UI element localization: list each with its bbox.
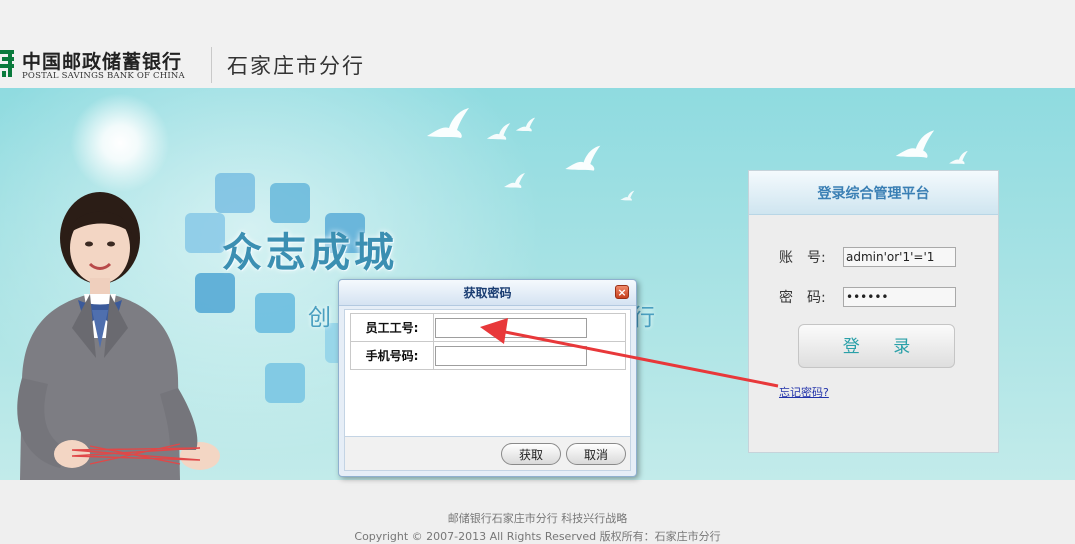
employee-id-cell	[433, 313, 626, 342]
dove-icon	[895, 130, 935, 158]
phone-cell	[433, 341, 626, 370]
dove-icon	[949, 150, 968, 165]
tile-decoration	[265, 363, 305, 403]
get-password-button[interactable]: 获取	[501, 443, 561, 465]
form-row-employee-id: 员工工号:	[350, 313, 626, 342]
footer-slogan: 邮储银行石家庄市分行 科技兴行战略	[447, 512, 628, 525]
dialog-title: 获取密码	[339, 280, 636, 306]
tile-decoration	[270, 183, 310, 223]
banner-slogan-sub-lead: 创	[308, 305, 334, 331]
form-row-phone: 手机号码:	[350, 341, 626, 370]
dove-icon	[504, 173, 525, 188]
employee-id-input[interactable]	[435, 317, 587, 338]
logo-chinese-name: 中国邮政储蓄银行	[22, 51, 183, 73]
dove-icon	[515, 117, 536, 132]
page-header: 中国邮政储蓄银行 POSTAL SAVINGS BANK OF CHINA 石家…	[0, 0, 1075, 88]
dove-icon	[427, 108, 469, 138]
close-icon[interactable]: ×	[615, 285, 629, 299]
password-form: 员工工号: 手机号码:	[350, 313, 626, 370]
get-password-dialog: 获取密码 × 员工工号: 手机号码: 获取 取消	[338, 279, 637, 477]
tile-decoration	[255, 293, 295, 333]
cancel-button[interactable]: 取消	[566, 443, 626, 465]
login-button[interactable]: 登 录	[798, 324, 955, 368]
phone-input[interactable]	[435, 345, 587, 366]
dove-icon	[565, 145, 601, 171]
logo-english-name: POSTAL SAVINGS BANK OF CHINA	[22, 71, 185, 81]
password-input[interactable]: ••••••	[843, 287, 956, 307]
footer-copyright: Copyright © 2007-2013 All Rights Reserve…	[354, 530, 721, 543]
account-label: 账 号:	[779, 250, 826, 266]
bank-logo: 中国邮政储蓄银行 POSTAL SAVINGS BANK OF CHINA	[0, 45, 200, 85]
branch-name: 石家庄市分行	[227, 54, 365, 78]
postal-logo-icon	[0, 50, 14, 77]
login-panel: 登录综合管理平台 账 号: 密 码: •••••• 登 录 忘记密码?	[748, 170, 999, 453]
dialog-body: 员工工号: 手机号码:	[344, 309, 631, 437]
forgot-password-link[interactable]: 忘记密码?	[779, 384, 829, 400]
account-input[interactable]	[843, 247, 956, 267]
dialog-footer: 获取 取消	[344, 437, 631, 471]
dove-icon	[486, 123, 511, 140]
sun-glow-decoration	[70, 93, 170, 193]
employee-id-label: 员工工号:	[350, 313, 434, 342]
phone-label: 手机号码:	[350, 341, 434, 370]
dove-icon	[620, 190, 635, 201]
login-title: 登录综合管理平台	[749, 171, 998, 215]
staff-person-illustration	[17, 192, 220, 480]
password-label: 密 码:	[779, 290, 826, 306]
header-divider	[211, 47, 212, 83]
